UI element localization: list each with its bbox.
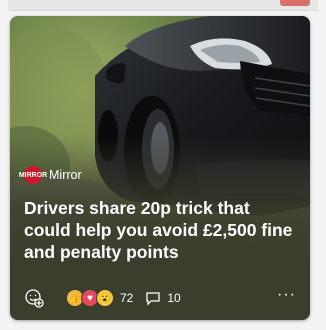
source[interactable]: MIRROR Mirror (19, 166, 82, 184)
add-reaction-icon (25, 289, 44, 308)
reaction-summary[interactable]: 👍 ♥ 😮 72 (66, 289, 133, 307)
comment-icon (146, 292, 161, 306)
comment-count: 10 (167, 291, 181, 305)
add-reaction-button[interactable] (24, 288, 44, 308)
surprised-face-icon: 😮 (96, 289, 114, 307)
mirror-logo: MIRROR (19, 166, 47, 184)
headline[interactable]: Drivers share 20p trick that could help … (24, 197, 296, 263)
previous-card-edge (8, 0, 318, 11)
source-name[interactable]: Mirror (49, 168, 82, 182)
comment-button[interactable]: 10 (145, 290, 181, 306)
more-options-button[interactable]: ··· (277, 287, 296, 309)
card-footer: 👍 ♥ 😮 72 10 ··· (10, 286, 310, 310)
previous-card-accent (280, 0, 310, 6)
reaction-count: 72 (120, 291, 134, 305)
news-card[interactable]: MIRROR Mirror Drivers share 20p trick th… (10, 16, 310, 320)
